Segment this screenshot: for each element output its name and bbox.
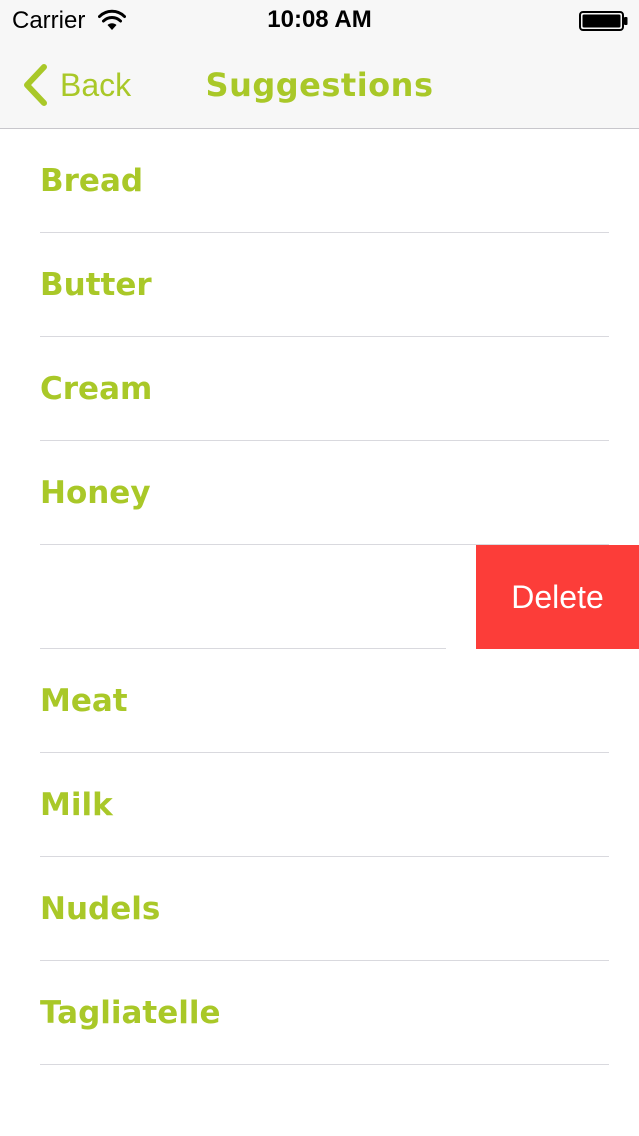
page-title: Suggestions (205, 66, 434, 104)
list-item-label: Milk (40, 787, 113, 823)
list-item-label: Bread (40, 163, 144, 199)
list-item[interactable]: Meat (0, 649, 639, 753)
battery-icon (579, 11, 628, 31)
navigation-bar: Back Suggestions (0, 40, 639, 129)
list-item[interactable]: Cream (0, 337, 639, 441)
suggestions-list: Bread Butter Cream Honey Delete Meat Mil… (0, 129, 639, 1065)
list-item[interactable]: Honey (0, 441, 639, 545)
list-item-label: Cream (40, 371, 153, 407)
list-item-label: Tagliatelle (40, 995, 221, 1031)
delete-button[interactable]: Delete (476, 545, 639, 649)
list-item-label: Butter (40, 267, 152, 303)
list-item-label: Honey (40, 475, 151, 511)
list-item-swiped[interactable]: Delete (0, 545, 639, 649)
list-item[interactable]: Bread (0, 129, 639, 233)
list-item[interactable]: Tagliatelle (0, 961, 639, 1065)
list-item-label: Nudels (40, 891, 161, 927)
list-item-label: Meat (40, 683, 128, 719)
row-separator (40, 1064, 609, 1065)
list-item[interactable]: Milk (0, 753, 639, 857)
list-item[interactable]: Nudels (0, 857, 639, 961)
status-time: 10:08 AM (267, 6, 372, 33)
list-item[interactable]: Butter (0, 233, 639, 337)
status-bar: Carrier 10:08 AM (0, 0, 639, 40)
